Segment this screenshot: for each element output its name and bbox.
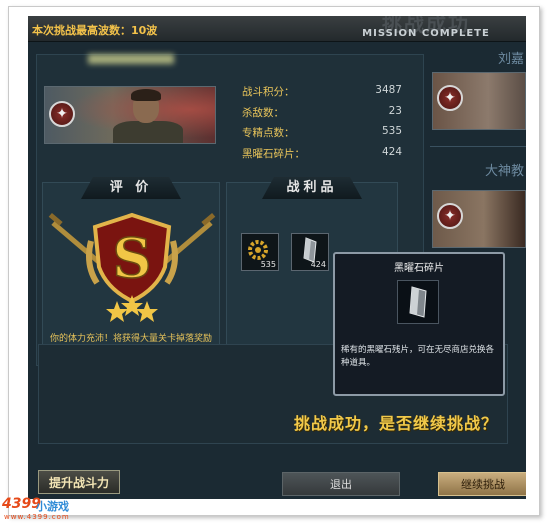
- tooltip-description: 稀有的黑曜石残片，可在无尽商店兑换各种道具。: [341, 345, 495, 368]
- player-name-blurred: [88, 54, 174, 64]
- tooltip-title: 黑曜石碎片: [394, 263, 444, 274]
- exit-button[interactable]: 退出: [282, 472, 400, 496]
- stats-list: 战斗积分： 3487 杀敌数： 23 专精点数： 535 黑曜石碎片： 424: [242, 84, 402, 166]
- mission-subtitle: MISSION COMPLETE: [362, 28, 490, 39]
- stat-row: 杀敌数： 23: [242, 105, 402, 126]
- watermark-logo-text: 小游戏: [36, 500, 69, 513]
- teammate-portrait: ✦: [432, 190, 526, 248]
- stat-label: 杀敌数：: [242, 106, 284, 119]
- obsidian-shard-icon: [397, 280, 439, 324]
- rating-message: 你的体力充沛！将获得大量关卡掉落奖励: [49, 334, 212, 344]
- loot-item-gear[interactable]: 535: [241, 233, 279, 271]
- soldier-hair: [131, 89, 161, 101]
- mission-complete-banner: 挑战成功 MISSION COMPLETE: [356, 16, 496, 42]
- player-portrait: ✦: [44, 86, 216, 144]
- game-window: 本次挑战最高波数：10波 挑战成功 MISSION COMPLETE ✦ 战斗积…: [28, 16, 526, 499]
- wolf-emblem-icon: ✦: [437, 85, 463, 111]
- item-count: 424: [310, 260, 326, 269]
- stat-row: 战斗积分： 3487: [242, 84, 402, 105]
- continue-prompt: 挑战成功，是否继续挑战？: [294, 414, 499, 433]
- watermark: 4399 小游戏 www.4399.com: [0, 496, 110, 524]
- rating-card: 评 价 S 你的体力充沛！将获得大量关卡掉落奖励: [42, 177, 220, 358]
- max-wave-text: 本次挑战最高波数：10波: [32, 24, 158, 37]
- teammate-portrait: ✦: [432, 72, 526, 130]
- stat-value: 3487: [375, 84, 402, 96]
- rating-title: 评 价: [81, 177, 181, 199]
- loot-title: 战利品: [262, 177, 362, 199]
- watermark-url: www.4399.com: [4, 513, 70, 521]
- stat-label: 专精点数：: [242, 127, 295, 139]
- top-bar: 本次挑战最高波数：10波 挑战成功 MISSION COMPLETE: [28, 16, 526, 42]
- stat-value: 424: [381, 145, 402, 158]
- teammate-name: 刘嘉: [497, 52, 524, 67]
- loot-item-obsidian[interactable]: 424: [291, 233, 329, 271]
- stat-label: 黑曜石碎片：: [242, 147, 305, 160]
- continue-challenge-button[interactable]: 继续挑战: [438, 472, 526, 496]
- stat-value: 535: [381, 125, 402, 137]
- stat-label: 战斗积分：: [242, 86, 295, 98]
- upgrade-power-button[interactable]: 提升战斗力: [38, 470, 120, 494]
- rank-letter: S: [113, 226, 152, 290]
- divider: [430, 146, 526, 147]
- stat-row: 专精点数： 535: [242, 125, 402, 146]
- stat-row: 黑曜石碎片： 424: [242, 146, 402, 167]
- wolf-emblem-icon: ✦: [437, 203, 463, 229]
- teammate-name: 大神教: [484, 164, 524, 179]
- soldier-body: [113, 121, 183, 143]
- item-count: 535: [260, 260, 276, 269]
- wolf-emblem-icon: ✦: [49, 101, 75, 127]
- stat-value: 23: [388, 104, 402, 117]
- item-tooltip: 黑曜石碎片 稀有的黑曜石残片，可在无尽商店兑换各种道具。: [333, 252, 505, 396]
- s-rank-badge-icon: S: [48, 212, 216, 322]
